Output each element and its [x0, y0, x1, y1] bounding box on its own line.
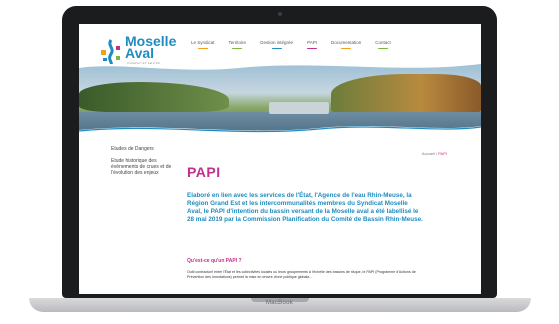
nav-indicator [232, 47, 243, 49]
nav-item-gestion-integree[interactable]: Gestion intégrée [260, 40, 293, 49]
banner-boat [269, 102, 329, 114]
body-paragraph: Outil contractuel entre l'État et les co… [187, 270, 416, 279]
main-nav: Le Syndicat Territoire Gestion intégrée … [191, 40, 391, 49]
breadcrumb-home[interactable]: Accueil [422, 151, 435, 156]
nav-item-documentation[interactable]: Documentation [331, 40, 361, 49]
faq-heading: Qu'est-ce qu'un PAPI ? [187, 258, 242, 264]
sidebar-item-etude-historique[interactable]: Etude historique des événements de crues… [111, 158, 183, 176]
logo-text-line2: Aval [125, 45, 155, 61]
device-brand-label: MacBook [265, 300, 294, 306]
laptop-screen: Moselle Aval SYNDICAT MIXTE Le Syndicat … [79, 24, 481, 294]
nav-label: PAPI [307, 40, 317, 45]
camera-icon [278, 12, 282, 16]
nav-indicator [341, 47, 352, 49]
banner-wave-bottom [79, 126, 481, 136]
nav-label: Documentation [330, 40, 362, 45]
nav-item-territoire[interactable]: Territoire [228, 40, 247, 49]
sidebar-item-etudes-de-dangers[interactable]: Etudes de Dangers [111, 146, 183, 152]
sidebar: Etudes de Dangers Etude historique des é… [111, 146, 183, 182]
nav-label: Le Syndicat [191, 40, 215, 45]
nav-indicator [307, 47, 318, 49]
banner-wave-top [79, 64, 481, 70]
nav-indicator [197, 47, 208, 49]
nav-item-papi[interactable]: PAPI [307, 40, 318, 49]
banner-trees-right [331, 74, 481, 114]
nav-indicator [271, 47, 282, 49]
logo-icon [101, 39, 120, 66]
laptop-lid: Moselle Aval SYNDICAT MIXTE Le Syndicat … [62, 6, 497, 298]
nav-item-contact[interactable]: Contact [375, 40, 391, 49]
hero-banner [79, 64, 481, 136]
nav-label: Contact [375, 40, 391, 45]
nav-item-le-syndicat[interactable]: Le Syndicat [191, 40, 215, 49]
nav-label: Gestion intégrée [260, 40, 294, 45]
nav-label: Territoire [228, 40, 247, 45]
nav-indicator [378, 47, 389, 49]
page-title: PAPI [187, 164, 221, 180]
breadcrumb-current: PAPI [438, 151, 447, 156]
intro-paragraph: Elaboré en lien avec les services de l'É… [187, 192, 423, 223]
breadcrumb: Accueil / PAPI [422, 151, 447, 156]
